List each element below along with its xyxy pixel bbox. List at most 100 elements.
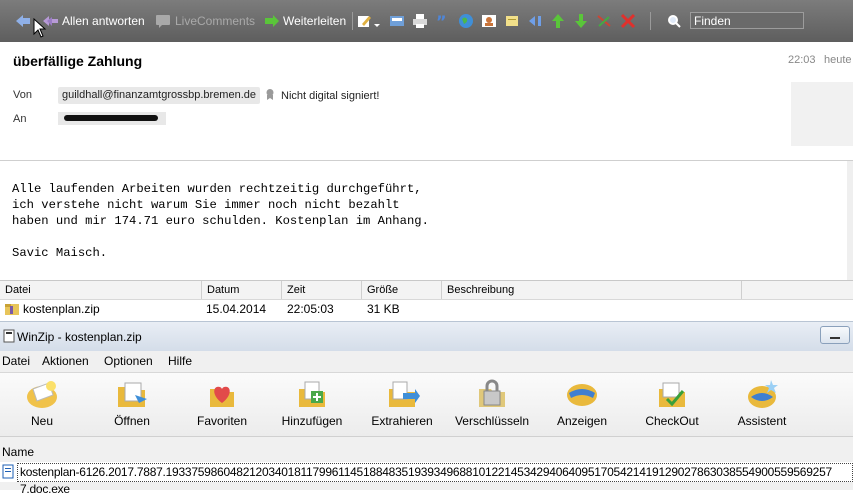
add-icon <box>293 377 331 411</box>
attachment-time: 22:05:03 <box>287 302 334 316</box>
tool-checkout[interactable]: CheckOut <box>632 377 712 428</box>
arrow-down-icon <box>573 13 589 29</box>
signature-status: Nicht digital signiert! <box>265 88 379 104</box>
winzip-titlebar[interactable]: WinZip - kostenplan.zip <box>0 321 853 351</box>
reply-all-button[interactable]: Allen antworten <box>42 11 145 31</box>
menu-actions[interactable]: Aktionen <box>42 354 89 368</box>
minimize-icon <box>830 337 840 339</box>
search-icon-button[interactable] <box>666 11 682 31</box>
arrow-up-icon <box>550 13 566 29</box>
tool-encrypt[interactable]: Verschlüsseln <box>452 377 532 428</box>
column-size[interactable]: Größe <box>361 281 441 299</box>
forward-label: Weiterleiten <box>283 14 347 28</box>
checkout-icon <box>653 377 691 411</box>
tool-label: Anzeigen <box>556 414 608 428</box>
column-name[interactable]: Name <box>2 445 34 459</box>
message-time: 22:03 <box>788 54 816 66</box>
forward-arrow-icon <box>263 13 279 29</box>
junk-button[interactable] <box>596 11 612 31</box>
column-description[interactable]: Beschreibung <box>441 281 741 299</box>
message-subject: überfällige Zahlung <box>13 53 143 69</box>
attachment-size: 31 KB <box>367 302 400 316</box>
arrow-left-bar-icon <box>527 13 543 29</box>
web-button[interactable] <box>458 11 474 31</box>
message-day: heute <box>824 54 852 66</box>
comment-icon <box>155 13 171 29</box>
move-button[interactable] <box>527 11 543 31</box>
print-button[interactable] <box>412 11 428 31</box>
tool-add[interactable]: Hinzufügen <box>272 377 352 428</box>
next-button[interactable] <box>573 11 589 31</box>
chevron-down-icon <box>373 13 381 29</box>
tool-label: Hinzufügen <box>281 414 343 428</box>
archive-file-row[interactable]: kostenplan-6126.2017.7887.19337598604821… <box>0 462 853 496</box>
winzip-toolbar: Neu Öffnen Favoriten Hinzufügen Extrahie… <box>0 372 853 437</box>
tool-open[interactable]: Öffnen <box>92 377 172 428</box>
column-time[interactable]: Zeit <box>281 281 361 299</box>
search-input[interactable]: Finden <box>690 12 804 29</box>
previous-button[interactable] <box>550 11 566 31</box>
attachment-name: kostenplan.zip <box>23 302 100 316</box>
archive-file-name: kostenplan-6126.2017.7887.19337598604821… <box>17 463 853 496</box>
pencil-icon <box>356 13 372 29</box>
tool-label: Assistent <box>737 414 787 428</box>
redacted-recipient <box>58 112 166 125</box>
message-header: überfällige Zahlung 22:03 heute Von guil… <box>0 42 853 160</box>
forward-button[interactable]: Weiterleiten <box>263 11 346 31</box>
sender-address[interactable]: guildhall@finanzamtgrossbp.bremen.de <box>58 87 260 104</box>
tool-label: Verschlüsseln <box>454 414 530 428</box>
contact-button[interactable] <box>481 11 497 31</box>
tool-wizard[interactable]: Assistent <box>722 377 802 428</box>
signature-status-text: Nicht digital signiert! <box>281 90 380 102</box>
dropdown-button[interactable] <box>373 11 381 31</box>
favorites-icon <box>203 377 241 411</box>
column-file[interactable]: Datei <box>0 281 201 299</box>
tool-extract[interactable]: Extrahieren <box>362 377 442 428</box>
address-book-icon <box>389 13 405 29</box>
contact-card-icon <box>481 13 497 29</box>
tool-label: Favoriten <box>196 414 248 428</box>
menu-options[interactable]: Optionen <box>104 354 153 368</box>
minimize-button[interactable] <box>820 326 850 344</box>
body-line: Savic Maisch. <box>12 246 108 260</box>
body-scrollbar[interactable] <box>847 161 853 281</box>
attachment-row[interactable]: kostenplan.zip 15.04.2014 22:05:03 31 KB <box>0 299 853 319</box>
livecomments-label: LiveComments <box>175 14 256 28</box>
menu-help[interactable]: Hilfe <box>168 354 192 368</box>
livecomments-button[interactable]: LiveComments <box>155 11 255 31</box>
body-line: haben und mir 174.71 euro schulden. Kost… <box>12 214 429 228</box>
quote-button[interactable]: ” <box>435 11 451 31</box>
message-body: Alle laufenden Arbeiten wurden rechtzeit… <box>0 160 853 281</box>
toolbar-divider <box>352 12 353 30</box>
tool-label: Öffnen <box>114 414 150 428</box>
delete-button[interactable] <box>620 11 636 31</box>
edit-button[interactable] <box>356 11 372 31</box>
svg-text:”: ” <box>436 13 447 29</box>
sender-photo <box>791 82 853 146</box>
extract-icon <box>383 377 421 411</box>
mail-toolbar: Allen antworten LiveComments Weiterleite… <box>0 0 853 42</box>
to-label: An <box>13 113 27 125</box>
ribbon-badge-icon <box>265 88 275 104</box>
address-book-button[interactable] <box>389 11 405 31</box>
menu-file[interactable]: Datei <box>2 354 30 368</box>
encrypt-icon <box>473 377 511 411</box>
open-archive-icon <box>113 377 151 411</box>
attachment-header: Datei Datum Zeit Größe Beschreibung <box>0 280 853 300</box>
reply-all-label: Allen antworten <box>62 14 145 28</box>
back-button[interactable] <box>14 11 30 31</box>
tool-favorites[interactable]: Favoriten <box>182 377 262 428</box>
column-date[interactable]: Datum <box>201 281 281 299</box>
winzip-title: WinZip - kostenplan.zip <box>17 330 142 344</box>
note-button[interactable] <box>504 11 520 31</box>
wizard-icon <box>743 377 781 411</box>
globe-icon <box>458 13 474 29</box>
tool-view[interactable]: Anzeigen <box>542 377 622 428</box>
column-empty <box>741 281 853 299</box>
tool-new[interactable]: Neu <box>2 377 82 428</box>
winzip-menubar: Datei Aktionen Optionen Hilfe <box>0 351 853 371</box>
body-line: Alle laufenden Arbeiten wurden rechtzeit… <box>12 182 422 196</box>
body-line: ich verstehe nicht warum Sie immer noch … <box>12 198 400 212</box>
message-body-text: Alle laufenden Arbeiten wurden rechtzeit… <box>12 181 429 261</box>
check-cross-icon <box>596 13 612 29</box>
